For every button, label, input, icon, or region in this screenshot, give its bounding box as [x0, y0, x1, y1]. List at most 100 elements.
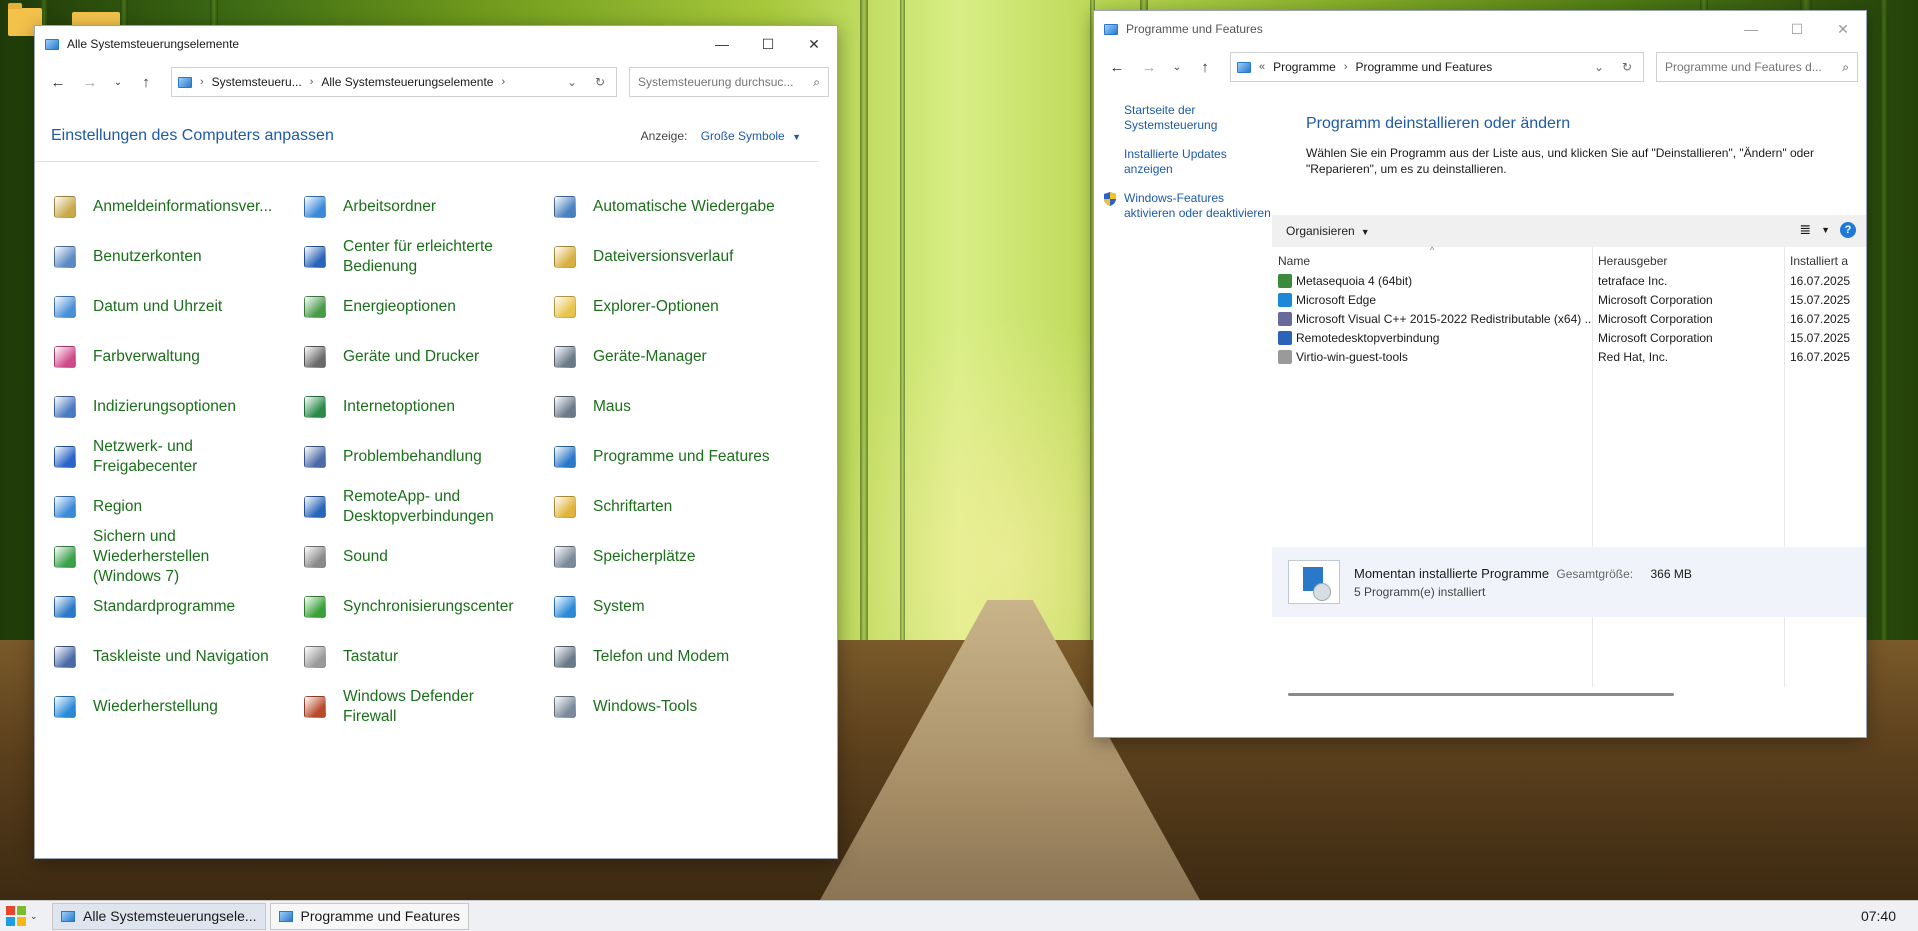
- clock[interactable]: 07:40: [1861, 908, 1896, 924]
- back-arrow-icon[interactable]: ←: [1102, 53, 1132, 81]
- search-input[interactable]: [1665, 60, 1839, 74]
- table-row[interactable]: Microsoft Visual C++ 2015-2022 Redistrib…: [1272, 309, 1866, 328]
- recent-locations-chevron-icon[interactable]: ⌄: [107, 68, 129, 96]
- control-panel-item[interactable]: Problembehandlung: [301, 432, 551, 482]
- control-panel-item[interactable]: Datum und Uhrzeit: [51, 282, 301, 332]
- control-panel-item[interactable]: Standardprogramme: [51, 582, 301, 632]
- table-row[interactable]: Metasequoia 4 (64bit) tetraface Inc. 16.07…: [1272, 271, 1866, 290]
- table-row[interactable]: Remotedesktopverbindung Microsoft Corpora…: [1272, 328, 1866, 347]
- control-panel-item[interactable]: Internetoptionen: [301, 382, 551, 432]
- programs-features-icon: [551, 442, 581, 472]
- control-panel-item[interactable]: Windows-Tools: [551, 682, 801, 732]
- refresh-icon[interactable]: ↻: [1617, 60, 1637, 74]
- breadcrumb[interactable]: Systemsteueru...: [212, 75, 302, 89]
- total-size-label: Gesamtgröße:: [1556, 566, 1634, 581]
- control-panel-item[interactable]: RemoteApp- und Desktopverbindungen: [301, 482, 551, 532]
- minimize-button[interactable]: —: [699, 26, 745, 62]
- control-panel-item-label: Problembehandlung: [343, 448, 482, 465]
- control-panel-item[interactable]: Benutzerkonten: [51, 232, 301, 282]
- control-panel-item[interactable]: Automatische Wiedergabe: [551, 182, 801, 232]
- control-panel-item[interactable]: System: [551, 582, 801, 632]
- search-field[interactable]: ⌕: [629, 67, 829, 97]
- column-header-name[interactable]: Name: [1272, 254, 1592, 268]
- horizontal-scrollbar[interactable]: [1288, 693, 1674, 696]
- control-panel-item[interactable]: Indizierungsoptionen: [51, 382, 301, 432]
- taskbar-item-programs[interactable]: Programme und Features: [269, 902, 470, 930]
- breadcrumb[interactable]: Programme und Features: [1355, 60, 1492, 74]
- control-panel-item[interactable]: Telefon und Modem: [551, 632, 801, 682]
- search-field[interactable]: ⌕: [1656, 52, 1858, 82]
- address-bar[interactable]: « Programme › Programme und Features ⌄ ↻: [1230, 52, 1644, 82]
- forward-arrow-icon[interactable]: →: [75, 68, 105, 96]
- caret-down-icon[interactable]: ▼: [792, 132, 801, 142]
- program-publisher: Microsoft Corporation: [1598, 311, 1713, 326]
- control-panel-item[interactable]: Geräte und Drucker: [301, 332, 551, 382]
- title-bar[interactable]: Programme und Features — ☐ ✕: [1094, 11, 1866, 47]
- control-panel-item-label: Geräte-Manager: [593, 348, 707, 365]
- windows-features-link[interactable]: Windows-Features aktivieren oder deaktiv…: [1124, 191, 1272, 221]
- control-panel-item[interactable]: Sichern und Wiederherstellen (Windows 7): [51, 528, 301, 585]
- control-panel-item[interactable]: Geräte-Manager: [551, 332, 801, 382]
- control-panel-item[interactable]: Synchronisierungscenter: [301, 582, 551, 632]
- control-panel-item[interactable]: Farbverwaltung: [51, 332, 301, 382]
- maximize-button[interactable]: ☐: [1774, 11, 1820, 47]
- column-header-installed[interactable]: Installiert a: [1784, 254, 1854, 268]
- view-options-caret-icon[interactable]: ▼: [1821, 225, 1830, 235]
- organize-button[interactable]: Organisieren ▼: [1286, 224, 1370, 238]
- taskbar-item-control-panel[interactable]: Alle Systemsteuerungsele...: [52, 902, 266, 930]
- search-icon[interactable]: ⌕: [813, 75, 820, 90]
- control-panel-item-label: Arbeitsordner: [343, 198, 437, 215]
- up-arrow-icon[interactable]: ↑: [131, 68, 161, 96]
- breadcrumb[interactable]: Alle Systemsteuerungselemente: [321, 75, 493, 89]
- close-button[interactable]: ✕: [1820, 11, 1866, 47]
- start-button[interactable]: ⌄: [0, 901, 52, 931]
- mouse-icon: [551, 392, 581, 422]
- control-panel-item-label: Indizierungsoptionen: [93, 398, 237, 415]
- control-panel-item[interactable]: Energieoptionen: [301, 282, 551, 332]
- programs-icon: [278, 910, 293, 922]
- up-arrow-icon[interactable]: ↑: [1190, 53, 1220, 81]
- system-icon: [551, 592, 581, 622]
- control-panel-item[interactable]: Speicherplätze: [551, 532, 801, 582]
- control-panel-item[interactable]: Netzwerk- und Freigabecenter: [51, 432, 301, 482]
- control-panel-item[interactable]: Sound: [301, 532, 551, 582]
- search-input[interactable]: [638, 75, 810, 89]
- control-panel-item[interactable]: Programme und Features: [551, 432, 801, 482]
- address-bar[interactable]: › Systemsteueru... › Alle Systemsteuerun…: [171, 67, 617, 97]
- view-options-icon[interactable]: ≣: [1799, 221, 1811, 238]
- table-row[interactable]: Microsoft Edge Microsoft Corporation 15.07…: [1272, 290, 1866, 309]
- control-panel-item[interactable]: Region: [51, 482, 301, 532]
- control-panel-item[interactable]: Center für erleichterte Bedienung: [301, 232, 551, 282]
- control-panel-home-link[interactable]: Startseite der Systemsteuerung: [1124, 103, 1272, 133]
- title-bar[interactable]: Alle Systemsteuerungselemente — ☐ ✕: [35, 26, 837, 62]
- control-panel-item[interactable]: Schriftarten: [551, 482, 801, 532]
- address-dropdown-chevron-icon[interactable]: ⌄: [1589, 60, 1609, 74]
- forward-arrow-icon[interactable]: →: [1134, 53, 1164, 81]
- recent-locations-chevron-icon[interactable]: ⌄: [1166, 53, 1188, 81]
- minimize-button[interactable]: —: [1728, 11, 1774, 47]
- installed-updates-link[interactable]: Installierte Updates anzeigen: [1124, 147, 1272, 177]
- control-panel-item[interactable]: Dateiversionsverlauf: [551, 232, 801, 282]
- control-panel-item[interactable]: Arbeitsordner: [301, 182, 551, 232]
- column-header-publisher[interactable]: Herausgeber: [1592, 254, 1784, 268]
- refresh-icon[interactable]: ↻: [590, 75, 610, 89]
- back-arrow-icon[interactable]: ←: [43, 68, 73, 96]
- search-icon[interactable]: ⌕: [1842, 60, 1849, 75]
- control-panel-item[interactable]: Tastatur: [301, 632, 551, 682]
- control-panel-icon: [178, 76, 192, 88]
- close-button[interactable]: ✕: [791, 26, 837, 62]
- control-panel-item[interactable]: Wiederherstellung: [51, 682, 301, 732]
- table-row[interactable]: Virtio-win-guest-tools Red Hat, Inc. 16.07…: [1272, 347, 1866, 366]
- control-panel-item[interactable]: Windows Defender Firewall: [301, 682, 551, 732]
- control-panel-icon: [61, 910, 75, 922]
- address-dropdown-chevron-icon[interactable]: ⌄: [562, 75, 582, 89]
- control-panel-item[interactable]: Explorer-Optionen: [551, 282, 801, 332]
- control-panel-item[interactable]: Taskleiste und Navigation: [51, 632, 301, 682]
- maximize-button[interactable]: ☐: [745, 26, 791, 62]
- control-panel-item[interactable]: Anmeldeinformationsver...: [51, 182, 301, 232]
- help-icon[interactable]: ?: [1840, 221, 1856, 238]
- breadcrumb[interactable]: Programme: [1273, 60, 1336, 74]
- view-selector[interactable]: Große Symbole: [701, 129, 785, 143]
- troubleshooting-icon: [301, 442, 331, 472]
- control-panel-item[interactable]: Maus: [551, 382, 801, 432]
